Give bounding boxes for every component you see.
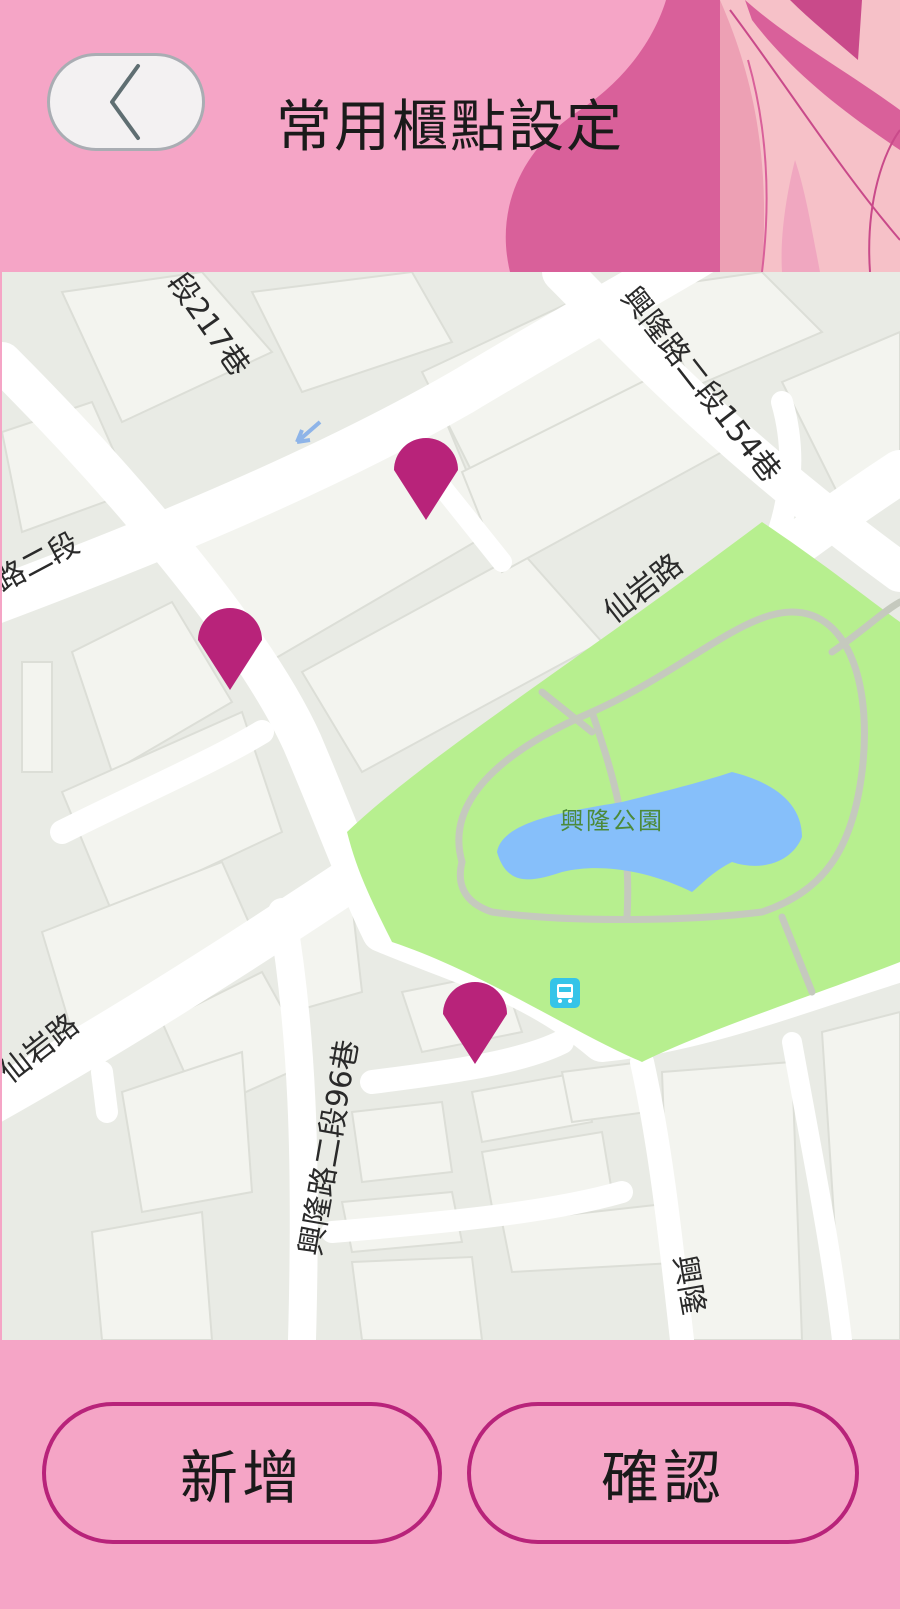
page-title: 常用櫃點設定 (276, 95, 624, 160)
bus-stop-icon[interactable] (550, 978, 580, 1008)
chevron-left-icon (110, 64, 140, 140)
confirm-button[interactable]: 確認 (467, 1402, 859, 1544)
add-button[interactable]: 新增 (42, 1402, 442, 1544)
map-view[interactable]: 段217巷 興隆路二段154巷 路二段 仙岩路 仙岩路 興隆路二段96巷 興隆 … (2, 272, 900, 1340)
header-bar: 常用櫃點設定 (0, 0, 900, 272)
park-label: 興隆公園 (560, 807, 664, 835)
footer-bar: 新增 確認 (0, 1340, 900, 1609)
back-button[interactable] (47, 53, 205, 151)
